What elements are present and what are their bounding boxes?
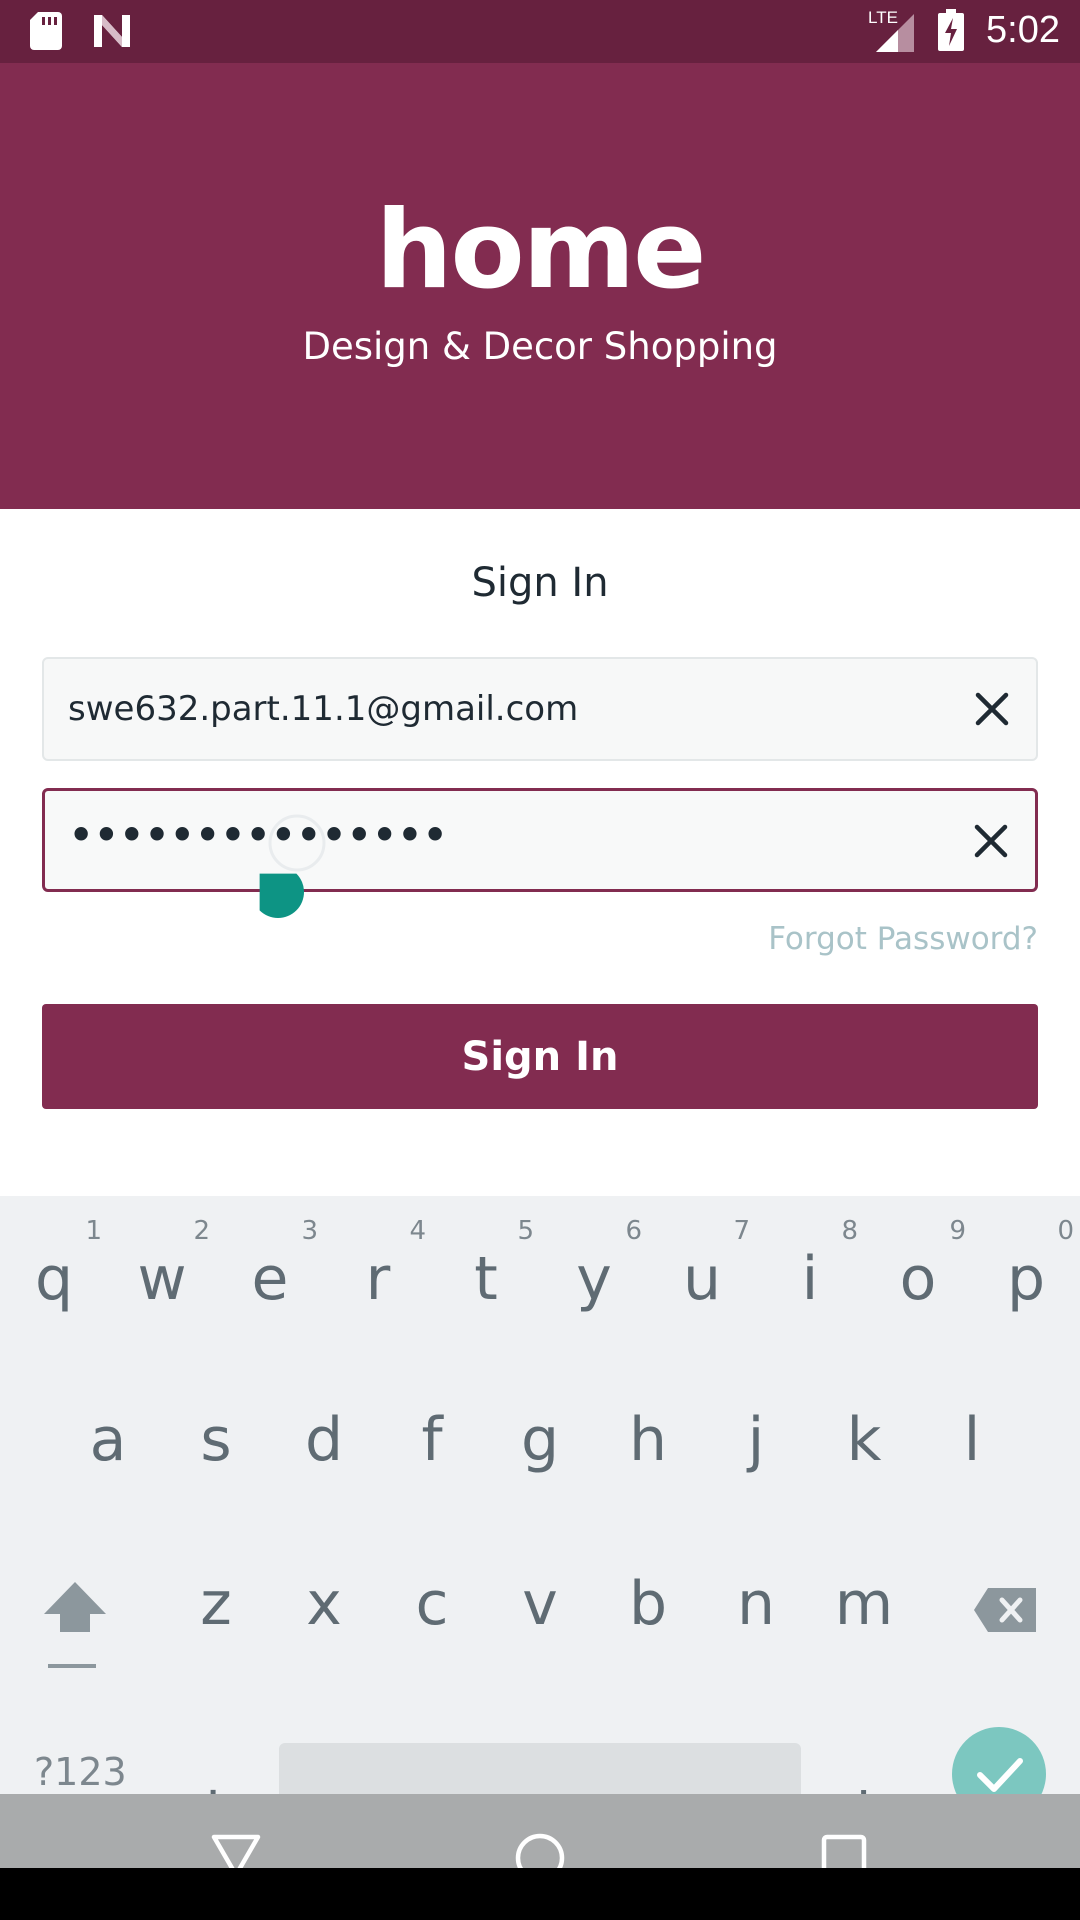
key-p[interactable]: 0p [972,1196,1080,1346]
key-label: b [628,1569,668,1639]
key-hint: 5 [517,1216,534,1246]
key-a[interactable]: a [54,1370,162,1520]
clear-password-icon[interactable] [969,819,1013,863]
key-u[interactable]: 7u [648,1196,756,1346]
notification-n-icon [94,15,130,47]
forgot-password-link[interactable]: Forgot Password? [768,921,1038,957]
key-b[interactable]: b [594,1534,702,1684]
key-q[interactable]: 1q [0,1196,108,1346]
key-hint: 7 [733,1216,750,1246]
key-label: q [34,1244,74,1314]
key-label: u [682,1244,722,1314]
key-k[interactable]: k [810,1370,918,1520]
key-j[interactable]: j [702,1370,810,1520]
key-t[interactable]: 5t [432,1196,540,1346]
key-label: t [474,1244,498,1314]
key-s[interactable]: s [162,1370,270,1520]
key-label: w [137,1244,187,1314]
key-label: y [576,1244,612,1314]
email-value: swe632.part.11.1@gmail.com [68,689,579,729]
sd-card-icon [30,12,62,50]
key-e[interactable]: 3e [216,1196,324,1346]
key-label: r [365,1244,391,1314]
key-label: c [415,1569,449,1639]
key-label: i [801,1244,819,1314]
sign-in-button[interactable]: Sign In [42,1004,1038,1109]
app-header: home Design & Decor Shopping [0,63,1080,509]
key-label: s [200,1405,232,1475]
key-i[interactable]: 8i [756,1196,864,1346]
nav-bar-bottom [0,1868,1080,1920]
key-label: e [251,1244,289,1314]
key-hint: 9 [949,1216,966,1246]
key-label: z [200,1569,232,1639]
key-r[interactable]: 4r [324,1196,432,1346]
key-label: x [306,1569,342,1639]
clock: 5:02 [986,8,1060,51]
key-x[interactable]: x [270,1534,378,1684]
key-w[interactable]: 2w [108,1196,216,1346]
key-label: d [304,1405,344,1475]
battery-charging-icon [938,9,965,51]
key-label: l [963,1405,981,1475]
text-cursor-handle[interactable] [244,808,330,932]
app-logo: home [0,188,1080,313]
key-label: f [421,1405,443,1475]
key-f[interactable]: f [378,1370,486,1520]
backspace-icon[interactable] [972,1586,1038,1634]
key-hint: 2 [193,1216,210,1246]
key-o[interactable]: 9o [864,1196,972,1346]
key-label: g [520,1405,560,1475]
key-hint: 8 [841,1216,858,1246]
key-l[interactable]: l [918,1370,1026,1520]
key-hint: 6 [625,1216,642,1246]
key-c[interactable]: c [378,1534,486,1684]
key-hint: 0 [1057,1216,1074,1246]
key-h[interactable]: h [594,1370,702,1520]
key-hint: 4 [409,1216,426,1246]
key-y[interactable]: 6y [540,1196,648,1346]
key-label: m [834,1569,894,1639]
signal-icon: LTE [868,8,916,52]
clear-email-icon[interactable] [970,687,1014,731]
page-title: Sign In [471,560,609,606]
email-field[interactable]: swe632.part.11.1@gmail.com [42,657,1038,761]
key-label: a [89,1405,127,1475]
status-bar: LTE 5:02 [0,0,1080,63]
key-d[interactable]: d [270,1370,378,1520]
key-hint: 1 [85,1216,102,1246]
key-label: k [846,1405,882,1475]
logo-text: home [375,188,707,313]
key-label: j [747,1405,765,1475]
symbols-key[interactable]: ?123 [34,1750,127,1794]
key-n[interactable]: n [702,1534,810,1684]
key-v[interactable]: v [486,1534,594,1684]
key-hint: 3 [301,1216,318,1246]
key-label: n [736,1569,776,1639]
key-label: h [628,1405,668,1475]
key-label: o [899,1244,937,1314]
password-field[interactable]: ••••••••••••••• [42,788,1038,892]
tagline: Design & Decor Shopping [302,325,778,368]
key-m[interactable]: m [810,1534,918,1684]
shift-icon[interactable] [40,1580,110,1672]
key-z[interactable]: z [162,1534,270,1684]
key-g[interactable]: g [486,1370,594,1520]
key-label: v [522,1569,558,1639]
key-label: p [1006,1244,1046,1314]
